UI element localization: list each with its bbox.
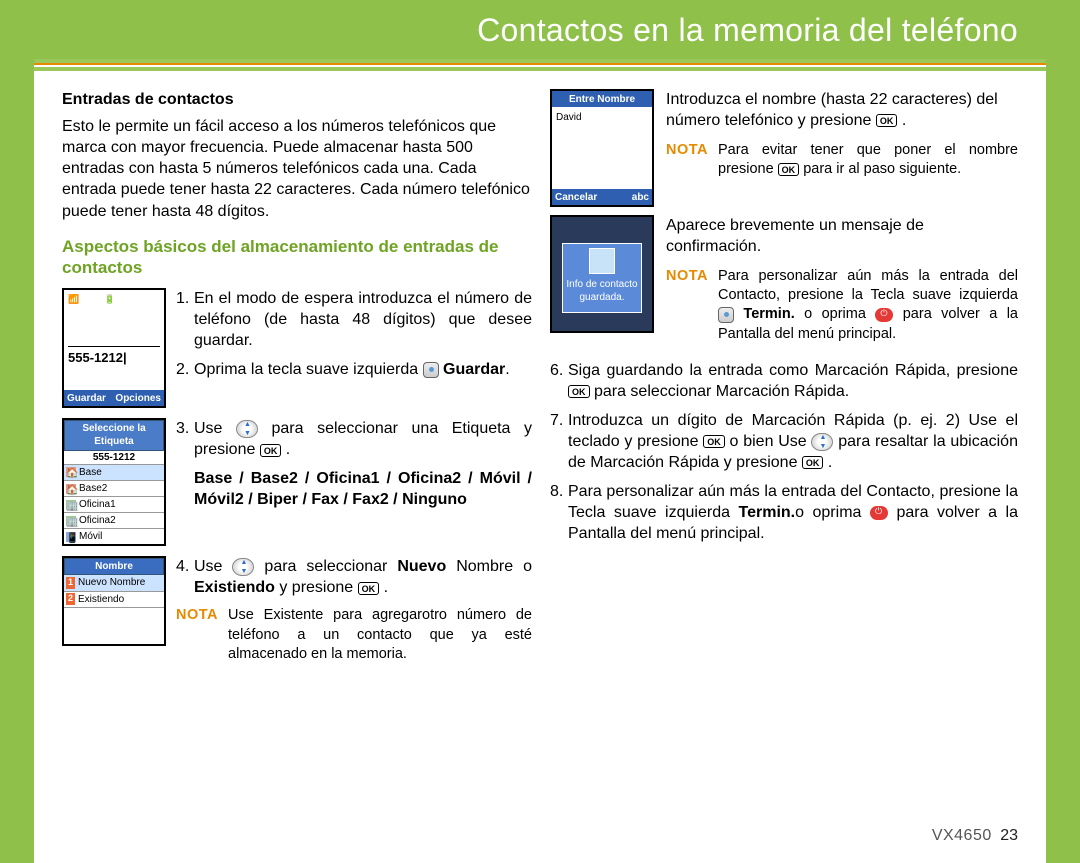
- step-5: Introduzca el nombre (hasta 22 caractere…: [666, 89, 1018, 131]
- softkey-icon: [718, 307, 734, 323]
- dialog-line: guardada.: [566, 291, 638, 304]
- step-7: 7.Introduzca un dígito de Marcación Rápi…: [550, 410, 1018, 473]
- list-item: 📱Móvil: [64, 529, 164, 545]
- disk-icon: [589, 248, 615, 274]
- note-label: NOTA: [176, 606, 218, 663]
- divider: [34, 63, 1046, 65]
- model-number: VX4650: [932, 827, 992, 844]
- list-title: Nombre: [64, 558, 164, 575]
- step-1: 1.En el modo de espera introduzca el núm…: [176, 288, 532, 351]
- subsection-heading: Aspectos básicos del almacenamiento de e…: [62, 236, 532, 279]
- step-block-2: Seleccione la Etiqueta 555-1212 🏠Base 🏠B…: [62, 418, 532, 546]
- screen-title: Entre Nombre: [555, 93, 649, 105]
- section-heading: Entradas de contactos: [62, 89, 532, 110]
- step-2: 2.Oprima la tecla suave izquierda Guarda…: [176, 359, 532, 380]
- intro-paragraph: Esto le permite un fácil acceso a los nú…: [62, 116, 532, 222]
- list-item: 🏠Base: [64, 465, 164, 481]
- list-item: 🏠Base2: [64, 481, 164, 497]
- step-block-confirm: Info de contacto guardada. Aparece breve…: [550, 215, 1018, 352]
- entered-text: David: [556, 112, 582, 123]
- ok-key-icon: OK: [802, 456, 824, 469]
- phone-screenshot-dial: 📶 🔋 555-1212| Guardar Opciones: [62, 288, 166, 408]
- label-options: Base / Base2 / Oficina1 / Oficina2 / Móv…: [176, 468, 532, 510]
- step-3: 3.Use para seleccionar una Etiqueta y pr…: [176, 418, 532, 460]
- step-block-3: Nombre 1Nuevo Nombre 2Existiendo 4.Use p…: [62, 556, 532, 672]
- end-key-icon: [870, 506, 888, 520]
- list-item: 🏢Oficina1: [64, 497, 164, 513]
- list-item: 1Nuevo Nombre: [64, 575, 164, 591]
- note-2: NOTA Para evitar tener que poner el nomb…: [666, 141, 1018, 179]
- divider: [34, 67, 1046, 71]
- list-item: 🏢Oficina2: [64, 513, 164, 529]
- list-item: 2Existiendo: [64, 592, 164, 608]
- step-8: 8.Para personalizar aún más la entrada d…: [550, 481, 1018, 544]
- step-block-5: Entre Nombre David Cancelar abc Introduz…: [550, 89, 1018, 207]
- note-1: NOTA Use Existente para agregarotro núme…: [176, 606, 532, 663]
- ok-key-icon: OK: [876, 114, 898, 127]
- ok-key-icon: OK: [778, 163, 800, 176]
- note-3: NOTA Para personalizar aún más la entrad…: [666, 267, 1018, 344]
- page-number: 23: [1000, 827, 1018, 844]
- confirm-text: Aparece brevemente un mensaje de confirm…: [666, 215, 1018, 257]
- note-label: NOTA: [666, 267, 708, 344]
- step-6: 6.Siga guardando la entrada como Marcaci…: [550, 360, 1018, 402]
- step-block-1: 📶 🔋 555-1212| Guardar Opciones 1.En el m…: [62, 288, 532, 408]
- end-key-icon: [875, 308, 893, 322]
- phone-screenshot-name: Nombre 1Nuevo Nombre 2Existiendo: [62, 556, 166, 646]
- left-column: Entradas de contactos Esto le permite un…: [62, 89, 532, 682]
- ok-key-icon: OK: [703, 435, 725, 448]
- nav-key-icon: [811, 433, 833, 451]
- softkey-left: Guardar: [67, 392, 106, 404]
- nav-key-icon: [236, 420, 258, 438]
- nav-key-icon: [232, 558, 254, 576]
- page-title: Contactos en la memoria del teléfono: [34, 0, 1046, 59]
- page: Contactos en la memoria del teléfono Ent…: [34, 0, 1046, 863]
- dialog-line: Info de contacto: [566, 278, 638, 291]
- softkey-right: abc: [632, 191, 649, 203]
- ok-key-icon: OK: [568, 385, 590, 398]
- phone-screenshot-label: Seleccione la Etiqueta 555-1212 🏠Base 🏠B…: [62, 418, 166, 546]
- page-footer: VX4650 23: [932, 827, 1018, 845]
- right-column: Entre Nombre David Cancelar abc Introduz…: [550, 89, 1018, 682]
- softkey-right: Opciones: [115, 392, 161, 404]
- list-number: 555-1212: [64, 451, 164, 465]
- note-label: NOTA: [666, 141, 708, 179]
- list-title: Seleccione la Etiqueta: [64, 420, 164, 450]
- dialed-number: 555-1212|: [68, 346, 160, 366]
- phone-screenshot-saved: Info de contacto guardada.: [550, 215, 654, 333]
- ok-key-icon: OK: [260, 444, 282, 457]
- softkey-left: Cancelar: [555, 191, 597, 203]
- content: Entradas de contactos Esto le permite un…: [34, 81, 1046, 682]
- step-4: 4.Use para seleccionar Nuevo Nombre o Ex…: [176, 556, 532, 598]
- phone-screenshot-entername: Entre Nombre David Cancelar abc: [550, 89, 654, 207]
- ok-key-icon: OK: [358, 582, 380, 595]
- softkey-icon: [423, 362, 439, 378]
